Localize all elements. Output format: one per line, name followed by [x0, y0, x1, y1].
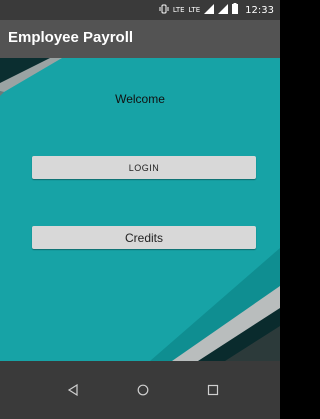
welcome-text: Welcome	[115, 92, 165, 106]
signal-icon	[204, 3, 215, 17]
home-icon	[137, 384, 149, 396]
back-button[interactable]	[48, 361, 98, 419]
signal-icon	[218, 3, 229, 17]
home-button[interactable]	[118, 361, 168, 419]
lte-label: LTE	[188, 5, 201, 14]
recents-icon	[207, 384, 219, 396]
volte-label: LTE	[172, 5, 185, 14]
recents-button[interactable]	[188, 361, 238, 419]
status-time: 12:33	[245, 4, 274, 16]
back-icon	[67, 384, 78, 396]
app-title: Employee Payroll	[8, 29, 134, 46]
navigation-bar	[0, 361, 280, 419]
vibrate-icon	[159, 4, 169, 17]
credits-button[interactable]: Credits	[32, 226, 256, 249]
login-button[interactable]: LOGIN	[32, 156, 256, 179]
app-bar: Employee Payroll	[0, 20, 280, 58]
main-content: Welcome LOGIN Credits	[0, 58, 280, 361]
battery-icon	[232, 3, 239, 17]
status-icons: LTE LTE 12:33	[159, 0, 274, 20]
status-bar: LTE LTE 12:33	[0, 0, 280, 20]
